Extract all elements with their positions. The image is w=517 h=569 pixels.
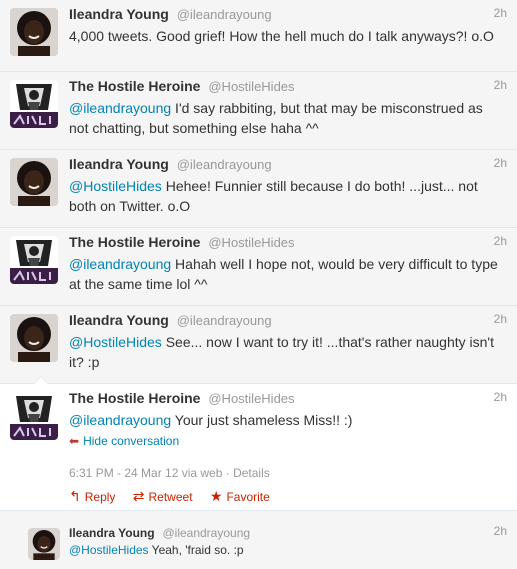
author-name[interactable]: Ileandra Young [69,526,155,540]
mention-link[interactable]: @ileandrayoung [69,256,171,272]
details-link[interactable]: Details [233,466,270,480]
mention-link[interactable]: @HostileHides [69,334,162,350]
tweet-text: @HostileHides See... now I want to try i… [69,332,505,372]
tweet-header: The Hostile Heroine @HostileHides 2h [69,234,507,252]
tweet-time[interactable]: 2h [494,156,507,170]
tweet-time[interactable]: 2h [494,234,507,248]
retweet-label: Retweet [148,490,193,504]
retweet-icon: ⇄ [132,488,145,504]
ileandra-avatar-icon [10,158,58,206]
author-name[interactable]: Ileandra Young [69,156,169,172]
tweet-header: Ileandra Young @ileandrayoung 2h [69,312,507,330]
mention-link[interactable]: @HostileHides [69,178,162,194]
author-handle[interactable]: @ileandrayoung [177,7,272,22]
reply-tweet[interactable]: Ileandra Young @ileandrayoung 2h @Hostil… [0,517,517,569]
hostile-heroine-avatar-icon [10,392,58,440]
avatar[interactable] [10,314,58,362]
meta-separator: · [222,466,234,480]
tweet[interactable]: The Hostile Heroine @HostileHides 2h @il… [0,228,517,306]
tweet-body: 4,000 tweets. Good grief! How the hell m… [69,28,494,44]
mention-link[interactable]: @ileandrayoung [69,412,171,428]
author-handle[interactable]: @HostileHides [208,391,294,406]
tweet-header: The Hostile Heroine @HostileHides 2h [69,390,507,408]
reply-button[interactable]: ↰ Reply [69,488,115,505]
retweet-button[interactable]: ⇄ Retweet [133,488,193,505]
author-name[interactable]: The Hostile Heroine [69,78,200,94]
reply-label: Reply [84,490,116,504]
avatar[interactable] [10,236,58,284]
author-handle[interactable]: @ileandrayoung [177,157,272,172]
author-name[interactable]: Ileandra Young [69,6,169,22]
author-handle[interactable]: @HostileHides [208,235,294,250]
tweet-timestamp[interactable]: 6:31 PM - 24 Mar 12 via web [69,466,222,480]
tweet[interactable]: Ileandra Young @ileandrayoung 2h @Hostil… [0,150,517,228]
tweet-text: @HostileHides Hehee! Funnier still becau… [69,176,505,216]
author-handle[interactable]: @ileandrayoung [177,313,272,328]
tweet-header: The Hostile Heroine @HostileHides 2h [69,78,507,96]
tweet-time[interactable]: 2h [494,390,507,404]
author-name[interactable]: The Hostile Heroine [69,390,200,406]
arrow-left-icon: ⬅ [69,434,80,448]
tweet-header: Ileandra Young @ileandrayoung 2h [69,6,507,24]
tweet-header: Ileandra Young @ileandrayoung 2h [69,156,507,174]
tweet-time[interactable]: 2h [494,78,507,92]
hostile-heroine-avatar-icon [10,80,58,128]
hide-conversation-link[interactable]: ⬅ Hide conversation [69,434,179,448]
ileandra-avatar-icon [10,314,58,362]
hide-conversation-label: Hide conversation [83,434,180,448]
tweet-actions: ↰ Reply ⇄ Retweet ★ Favorite [69,488,284,505]
tweet[interactable]: The Hostile Heroine @HostileHides 2h @il… [0,72,517,150]
mention-link[interactable]: @HostileHides [69,543,149,557]
author-handle[interactable]: @ileandrayoung [162,526,250,540]
conversation-caret [33,376,49,384]
author-name[interactable]: Ileandra Young [69,312,169,328]
tweet-time[interactable]: 2h [494,6,507,20]
mention-link[interactable]: @ileandrayoung [69,100,171,116]
ileandra-avatar-icon [28,528,60,560]
tweet-meta: 6:31 PM - 24 Mar 12 via web · Details [69,466,270,480]
author-name[interactable]: The Hostile Heroine [69,234,200,250]
tweet-body: Your just shameless Miss!! :) [171,412,353,428]
tweet-header: Ileandra Young @ileandrayoung 2h [69,524,507,542]
tweet-text: @ileandrayoung I'd say rabbiting, but th… [69,98,505,138]
tweet-time[interactable]: 2h [494,524,507,538]
tweet-time[interactable]: 2h [494,312,507,326]
tweet-text: 4,000 tweets. Good grief! How the hell m… [69,26,505,46]
avatar[interactable] [10,8,58,56]
tweet[interactable]: Ileandra Young @ileandrayoung 2h 4,000 t… [0,0,517,72]
avatar[interactable] [10,158,58,206]
tweet-text: @ileandrayoung Hahah well I hope not, wo… [69,254,505,294]
favorite-button[interactable]: ★ Favorite [210,488,270,505]
ileandra-avatar-icon [10,8,58,56]
tweet-body: Yeah, 'fraid so. :p [148,543,244,557]
focused-tweet[interactable]: The Hostile Heroine @HostileHides 2h @il… [0,376,517,511]
tweet-text: @HostileHides Yeah, 'fraid so. :p [69,541,505,559]
tweet-text: @ileandrayoung Your just shameless Miss!… [69,410,505,430]
star-icon: ★ [209,488,223,504]
author-handle[interactable]: @HostileHides [208,79,294,94]
reply-icon: ↰ [69,488,81,504]
favorite-label: Favorite [226,490,270,504]
tweet[interactable]: Ileandra Young @ileandrayoung 2h @Hostil… [0,306,517,384]
avatar[interactable] [10,80,58,128]
hostile-heroine-avatar-icon [10,236,58,284]
conversation-timeline: Ileandra Young @ileandrayoung 2h 4,000 t… [0,0,517,569]
avatar[interactable] [28,528,60,560]
avatar[interactable] [10,392,58,440]
